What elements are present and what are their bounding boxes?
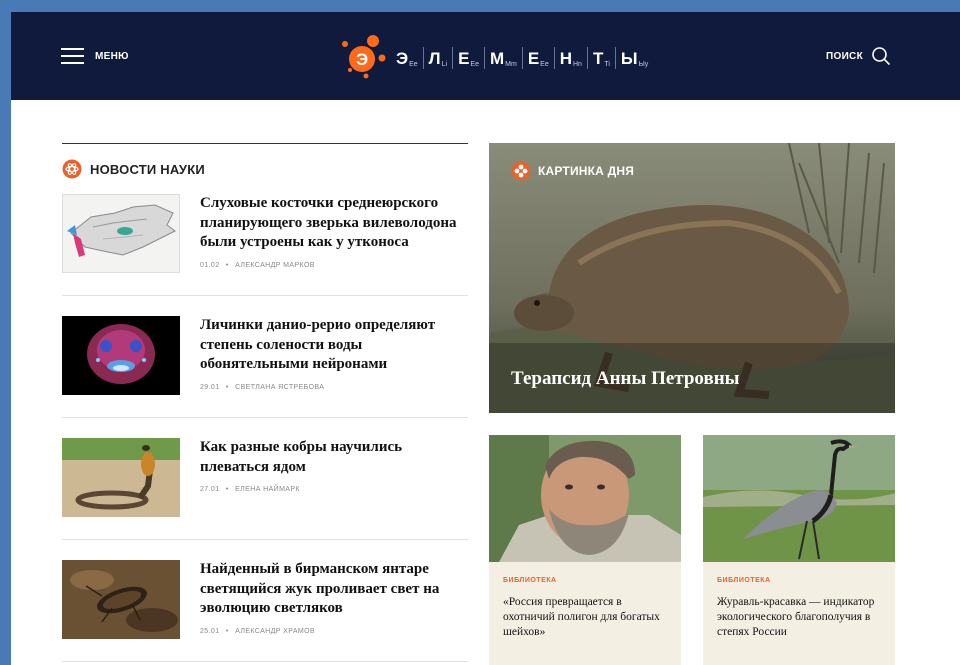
card-title[interactable]: «Россия превращается в охотничий полигон…	[503, 595, 673, 640]
news-date: 01.02	[200, 262, 220, 269]
news-meta: 29.01 • СВЕТЛАНА ЯСТРЕБОВА	[200, 384, 324, 391]
news-thumbnail[interactable]	[62, 438, 180, 517]
section-divider	[62, 143, 468, 144]
logo-letter: Т Ti	[586, 47, 615, 69]
news-meta: 25.01 • АЛЕКСАНДР ХРАМОВ	[200, 628, 315, 635]
flower-icon	[511, 161, 531, 181]
news-title[interactable]: Слуховые косточки среднеюрского планирую…	[200, 194, 472, 253]
site-logo[interactable]: Э Э Ee Л Li Е Ee М Mm Е Ee Н Hn Т Ti Ы Ыy	[336, 30, 648, 82]
news-date: 27.01	[200, 486, 220, 493]
meta-separator: •	[225, 486, 229, 493]
logo-letter-big: М	[489, 49, 505, 68]
logo-letter-small: Li	[441, 61, 448, 68]
logo-letter-big: Н	[559, 49, 572, 68]
search-button[interactable]: ПОИСК	[826, 46, 891, 66]
logo-letter-small: Ee	[540, 61, 549, 68]
logo-letter-big: Е	[458, 49, 470, 68]
picture-of-day-title-label: КАРТИНКА ДНЯ	[538, 164, 635, 178]
logo-letter: М Mm	[483, 47, 522, 69]
logo-mark-letter: Э	[356, 50, 368, 69]
news-separator	[62, 295, 468, 296]
news-separator	[62, 417, 468, 418]
picture-of-day[interactable]: КАРТИНКА ДНЯ Терапсид Анны Петровны	[489, 143, 895, 413]
news-date: 25.01	[200, 628, 220, 635]
search-icon	[872, 47, 891, 66]
meta-separator: •	[225, 628, 229, 635]
picture-of-day-caption[interactable]: Терапсид Анны Петровны	[511, 368, 740, 390]
logo-letter-big: Е	[527, 49, 540, 68]
logo-letter-small: Ti	[604, 61, 610, 68]
meta-separator: •	[225, 384, 229, 391]
logo-letter-big: Э	[396, 49, 409, 68]
library-card[interactable]: БИБЛИОТЕКА Журавль-красавка — индикатор …	[703, 435, 895, 665]
news-separator	[62, 661, 468, 662]
cobra-image	[62, 438, 180, 517]
logo-letter: Э Ee	[396, 47, 423, 69]
crane-image	[703, 435, 895, 562]
card-category[interactable]: БИБЛИОТЕКА	[503, 577, 557, 584]
logo-letter-big: Л	[428, 49, 441, 68]
logo-letter: Н Hn	[553, 47, 587, 69]
card-image[interactable]	[703, 435, 895, 562]
meta-separator: •	[225, 262, 229, 269]
card-image[interactable]	[489, 435, 681, 562]
news-date: 29.01	[200, 384, 220, 391]
logo-mark-icon: Э	[342, 35, 386, 79]
hamburger-icon	[61, 48, 84, 65]
news-section-title: НОВОСТИ НАУКИ	[90, 161, 205, 177]
logo-letter: Л Li	[422, 47, 452, 69]
logo-letter-small: Ee	[409, 61, 418, 68]
news-meta: 27.01 • ЕЛЕНА НАЙМАРК	[200, 486, 300, 493]
fluorescent-larva-image	[87, 324, 155, 384]
amber-beetle-image	[62, 560, 180, 639]
logo-letter: Е Ee	[521, 47, 554, 69]
card-category[interactable]: БИБЛИОТЕКА	[717, 577, 771, 584]
menu-button[interactable]: МЕНЮ	[61, 48, 129, 65]
logo-letter-small: Ыy	[638, 61, 649, 68]
bearded-man-image	[489, 435, 681, 562]
news-title[interactable]: Личинки данио-рерио определяют степень с…	[200, 316, 472, 375]
picture-of-day-label: КАРТИНКА ДНЯ	[511, 161, 634, 181]
window-frame-left	[0, 0, 11, 665]
logo-letter: Ы Ыy	[614, 47, 653, 69]
news-thumbnail[interactable]	[62, 560, 180, 639]
logo-letter-big: Ы	[620, 49, 638, 68]
news-author[interactable]: АЛЕКСАНДР ХРАМОВ	[235, 628, 315, 635]
news-separator	[62, 539, 468, 540]
news-thumbnail[interactable]	[62, 316, 180, 395]
menu-label: МЕНЮ	[95, 51, 129, 62]
news-title[interactable]: Найденный в бирманском янтаре светящийся…	[200, 560, 472, 619]
news-author[interactable]: ЕЛЕНА НАЙМАРК	[235, 486, 300, 493]
news-section-header[interactable]: НОВОСТИ НАУКИ	[62, 159, 205, 179]
news-thumbnail[interactable]	[62, 194, 180, 273]
site-header: МЕНЮ Э Э Ee Л Li Е Ee М Mm Е Ee Н Hn Т Ti Ы Ыy ПОИСК	[11, 12, 960, 100]
news-author[interactable]: СВЕТЛАНА ЯСТРЕБОВА	[235, 384, 324, 391]
logo-letter-small: Ee	[470, 61, 479, 68]
logo-letter: Е Ee	[452, 47, 484, 69]
atom-icon	[62, 159, 82, 179]
news-meta: 01.02 • АЛЕКСАНДР МАРКОВ	[200, 262, 315, 269]
skull-scan-image	[67, 204, 176, 257]
logo-letter-big: Т	[592, 49, 604, 68]
news-author[interactable]: АЛЕКСАНДР МАРКОВ	[235, 262, 315, 269]
logo-letter-small: Mm	[505, 61, 517, 68]
logo-letter-small: Hn	[573, 61, 582, 68]
window-frame-top	[0, 0, 960, 12]
library-card[interactable]: БИБЛИОТЕКА «Россия превращается в охотни…	[489, 435, 681, 665]
search-label: ПОИСК	[826, 50, 863, 62]
logo-wordmark: Э Ee Л Li Е Ee М Mm Е Ee Н Hn Т Ti Ы Ыy	[396, 47, 653, 69]
news-title[interactable]: Как разные кобры научились плеваться ядо…	[200, 438, 472, 477]
card-title[interactable]: Журавль-красавка — индикатор экологическ…	[717, 595, 887, 640]
